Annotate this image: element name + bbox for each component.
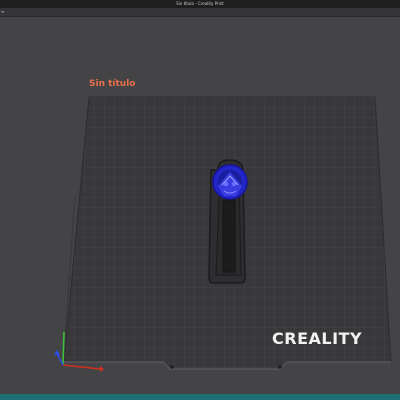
axis-x-line [62, 364, 101, 370]
axis-blue-line [56, 353, 64, 366]
axis-y-line [62, 331, 65, 366]
plate-hole-right [278, 365, 282, 369]
axis-blue-arrow [54, 350, 60, 355]
creality-logo: CREALITY [272, 329, 363, 348]
plate-name-label[interactable]: Sin título [89, 79, 135, 89]
status-strip [0, 394, 400, 400]
plate-hole-left [170, 365, 174, 369]
model-head[interactable] [212, 164, 248, 200]
axis-x-arrow [100, 366, 104, 372]
slicer-app-window: Sin título - Creality Print ≡ Sin título… [0, 0, 400, 400]
model-stem[interactable] [222, 199, 236, 273]
